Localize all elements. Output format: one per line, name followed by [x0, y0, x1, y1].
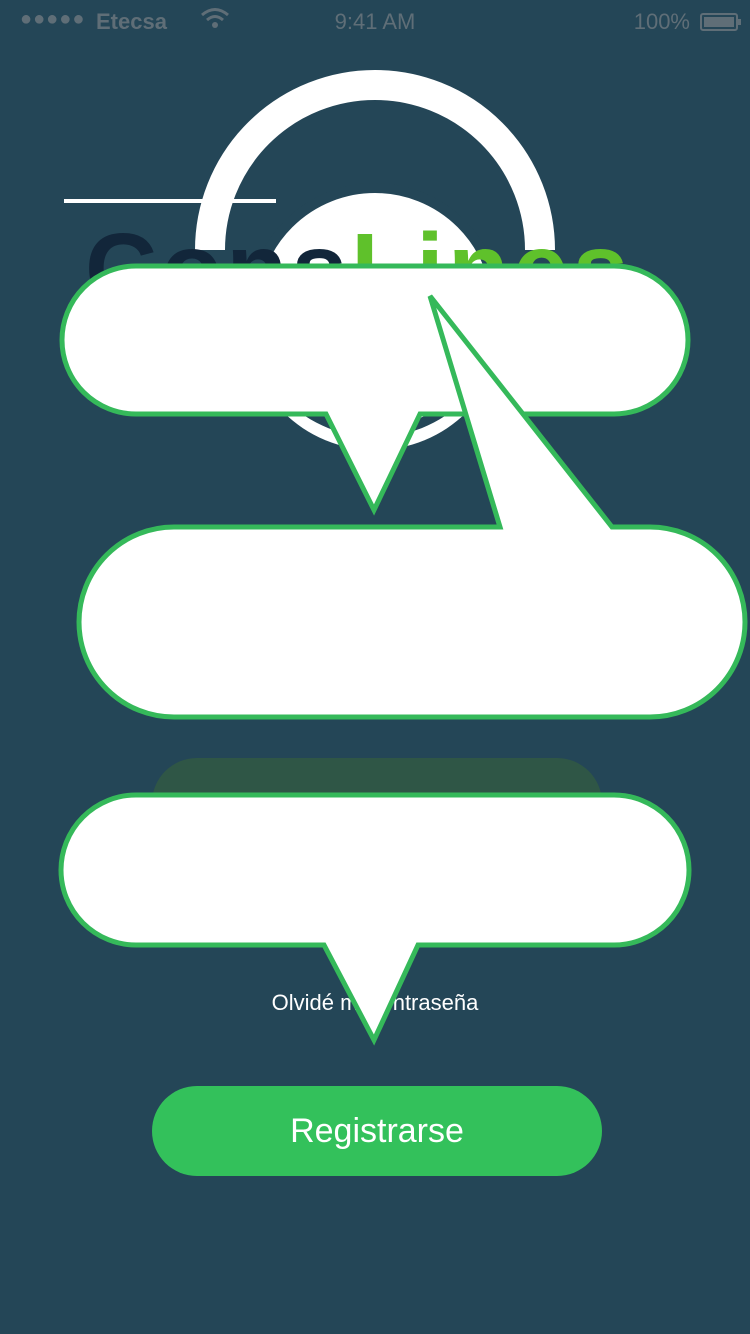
speech-bubble-middle: [0, 0, 750, 720]
speech-bubble-bottom: [0, 780, 750, 1060]
register-button[interactable]: Registrarse: [152, 1086, 602, 1176]
